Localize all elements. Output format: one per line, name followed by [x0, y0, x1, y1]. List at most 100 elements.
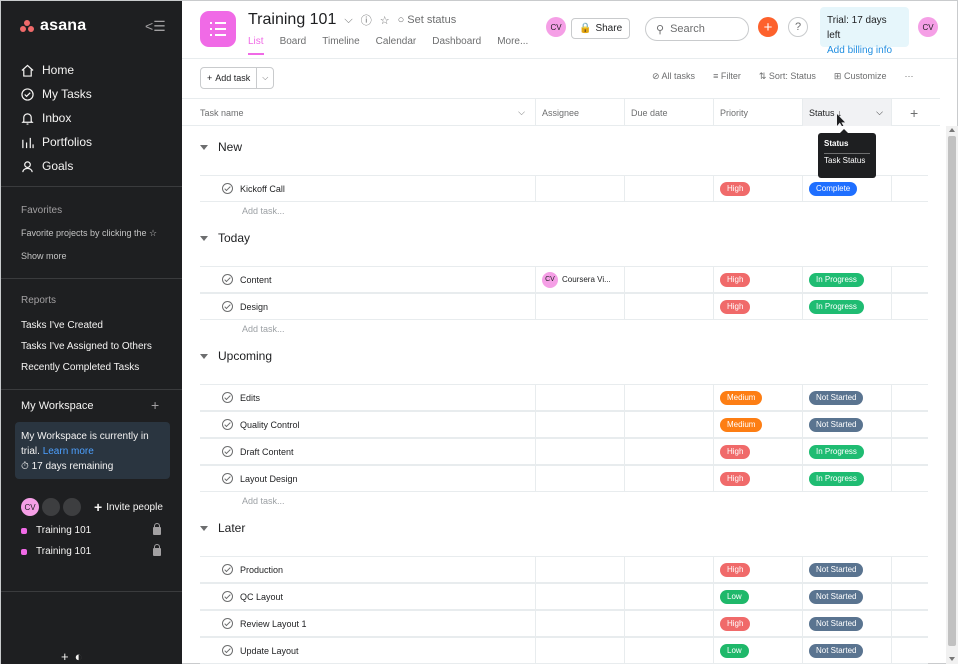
status-badge[interactable]: Not Started: [809, 562, 864, 577]
priority-cell[interactable]: Medium: [714, 412, 803, 437]
quick-add-button[interactable]: +: [758, 17, 778, 37]
add-task-row[interactable]: Add task...: [242, 324, 285, 334]
status-cell[interactable]: In Progress: [803, 267, 892, 292]
status-cell[interactable]: Not Started: [803, 385, 892, 410]
status-cell[interactable]: In Progress: [803, 439, 892, 464]
due-date-cell[interactable]: [625, 412, 714, 437]
due-date-cell[interactable]: [625, 584, 714, 609]
priority-badge[interactable]: High: [720, 616, 751, 631]
tab-board[interactable]: Board: [280, 36, 307, 55]
status-cell[interactable]: Not Started: [803, 412, 892, 437]
assignee-cell[interactable]: [536, 584, 625, 609]
priority-cell[interactable]: High: [714, 557, 803, 582]
priority-badge[interactable]: High: [720, 562, 751, 577]
status-badge[interactable]: In Progress: [809, 272, 864, 287]
priority-badge[interactable]: Low: [720, 643, 749, 658]
workspace-title[interactable]: My Workspace: [21, 400, 94, 412]
priority-cell[interactable]: Low: [714, 584, 803, 609]
sort-button[interactable]: ⇅ Sort: Status: [759, 71, 816, 82]
nav-my-tasks[interactable]: My Tasks: [21, 82, 92, 106]
task-name[interactable]: Update Layout: [240, 646, 299, 656]
nav-portfolios[interactable]: Portfolios: [21, 130, 92, 154]
task-name-cell[interactable]: Edits: [200, 385, 536, 410]
task-name[interactable]: Draft Content: [240, 447, 294, 457]
priority-badge[interactable]: High: [720, 444, 751, 459]
nav-inbox[interactable]: Inbox: [21, 106, 92, 130]
due-date-cell[interactable]: [625, 466, 714, 491]
due-date-cell[interactable]: [625, 294, 714, 319]
invite-people-button[interactable]: + Invite people: [94, 499, 163, 515]
task-name[interactable]: Kickoff Call: [240, 184, 285, 194]
assignee-cell[interactable]: [536, 439, 625, 464]
add-task-button[interactable]: + Add task: [201, 68, 258, 88]
table-row[interactable]: Edits Medium Not Started: [200, 384, 928, 411]
sidebar-project-item[interactable]: Training 101: [21, 543, 161, 557]
table-row[interactable]: Draft Content High In Progress: [200, 438, 928, 465]
project-list-icon[interactable]: [200, 11, 236, 47]
collapse-triangle-icon[interactable]: [200, 353, 208, 359]
table-row[interactable]: QC Layout Low Not Started: [200, 583, 928, 610]
table-row[interactable]: Quality Control Medium Not Started: [200, 411, 928, 438]
user-avatar[interactable]: CV: [918, 17, 938, 37]
priority-cell[interactable]: High: [714, 611, 803, 636]
status-cell[interactable]: Not Started: [803, 584, 892, 609]
priority-cell[interactable]: High: [714, 267, 803, 292]
task-name-cell[interactable]: Design: [200, 294, 536, 319]
due-date-cell[interactable]: [625, 611, 714, 636]
priority-cell[interactable]: High: [714, 439, 803, 464]
status-badge[interactable]: Not Started: [809, 417, 864, 432]
priority-badge[interactable]: Medium: [720, 417, 763, 432]
assignee-cell[interactable]: [536, 294, 625, 319]
show-more-link[interactable]: Show more: [21, 251, 67, 261]
tab-calendar[interactable]: Calendar: [376, 36, 417, 55]
complete-check-icon[interactable]: [222, 419, 233, 430]
task-name-cell[interactable]: Kickoff Call: [200, 176, 536, 201]
help-icon[interactable]: ◐: [75, 649, 83, 664]
task-name-cell[interactable]: Production: [200, 557, 536, 582]
assignee-cell[interactable]: CV Coursera Vi...: [536, 267, 625, 292]
collapse-triangle-icon[interactable]: [200, 235, 208, 241]
section-header[interactable]: Upcoming: [200, 349, 272, 363]
customize-button[interactable]: ⊞ Customize: [834, 71, 887, 82]
status-badge[interactable]: Not Started: [809, 589, 864, 604]
task-name-cell[interactable]: Review Layout 1: [200, 611, 536, 636]
search-input[interactable]: ⚲ Search: [645, 17, 749, 41]
status-badge[interactable]: Not Started: [809, 390, 864, 405]
task-name-cell[interactable]: QC Layout: [200, 584, 536, 609]
complete-check-icon[interactable]: [222, 591, 233, 602]
priority-cell[interactable]: High: [714, 176, 803, 201]
complete-check-icon[interactable]: [222, 446, 233, 457]
priority-badge[interactable]: High: [720, 272, 751, 287]
status-badge[interactable]: Not Started: [809, 616, 864, 631]
task-name-cell[interactable]: Content: [200, 267, 536, 292]
task-list[interactable]: New Kickoff Call High Complete Add task... To…: [182, 126, 940, 664]
status-cell[interactable]: Not Started: [803, 557, 892, 582]
priority-badge[interactable]: High: [720, 299, 751, 314]
due-date-cell[interactable]: [625, 267, 714, 292]
tab-timeline[interactable]: Timeline: [322, 36, 359, 55]
column-status[interactable]: Status ↓ ⌵: [803, 99, 892, 126]
task-name-cell[interactable]: Draft Content: [200, 439, 536, 464]
task-name[interactable]: Content: [240, 275, 272, 285]
plus-icon[interactable]: +: [61, 649, 69, 664]
priority-cell[interactable]: Medium: [714, 385, 803, 410]
scroll-up-arrow-icon[interactable]: [949, 128, 955, 132]
status-cell[interactable]: Complete: [803, 176, 892, 201]
section-header[interactable]: Today: [200, 231, 250, 245]
assignee-cell[interactable]: [536, 412, 625, 437]
avatar[interactable]: CV: [21, 498, 39, 516]
section-header[interactable]: Later: [200, 521, 245, 535]
filter-button[interactable]: ≡ Filter: [713, 71, 741, 82]
add-billing-link[interactable]: Add billing info: [827, 43, 902, 58]
priority-cell[interactable]: Low: [714, 638, 803, 663]
priority-badge[interactable]: Medium: [720, 390, 763, 405]
nav-goals[interactable]: Goals: [21, 154, 92, 178]
task-name[interactable]: Review Layout 1: [240, 619, 307, 629]
assignee-cell[interactable]: [536, 385, 625, 410]
complete-check-icon[interactable]: [222, 301, 233, 312]
set-status-button[interactable]: ○ Set status: [398, 14, 457, 26]
scroll-down-arrow-icon[interactable]: [949, 657, 955, 661]
complete-check-icon[interactable]: [222, 392, 233, 403]
due-date-cell[interactable]: [625, 557, 714, 582]
add-task-row[interactable]: Add task...: [242, 206, 285, 216]
